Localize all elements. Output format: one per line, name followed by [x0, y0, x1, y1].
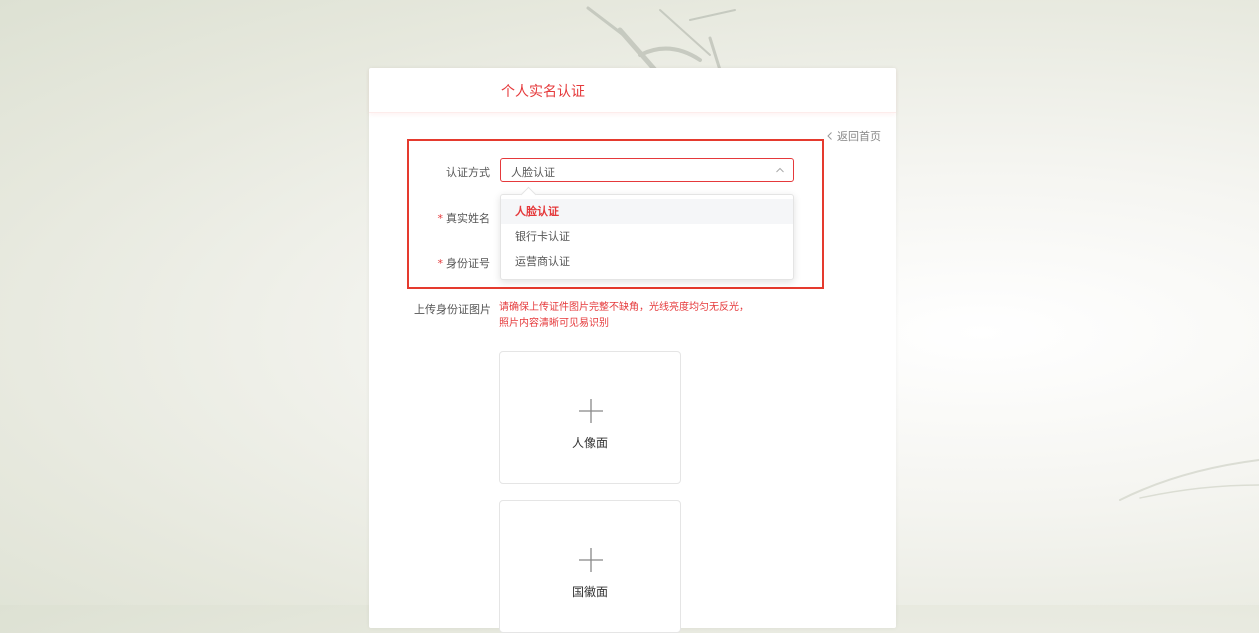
back-home-label: 返回首页: [837, 130, 881, 143]
back-home-link[interactable]: 返回首页: [825, 128, 881, 144]
auth-method-select[interactable]: 人脸认证: [500, 158, 794, 182]
required-mark: *: [437, 212, 444, 225]
auth-method-value: 人脸认证: [511, 166, 555, 179]
plus-icon: [579, 548, 603, 572]
dropdown-option-bank-card[interactable]: 银行卡认证: [501, 224, 793, 249]
dropdown-option-face[interactable]: 人脸认证: [501, 199, 793, 224]
chevron-up-icon: [776, 167, 784, 173]
id-number-label: * 身份证号: [437, 257, 491, 270]
upload-portrait-label: 人像面: [571, 436, 608, 450]
required-mark: *: [437, 257, 444, 270]
upload-portrait-side[interactable]: 人像面: [499, 351, 681, 484]
real-name-label: * 真实姓名: [437, 212, 491, 225]
method-label: 认证方式: [446, 166, 490, 179]
chevron-left-icon: [827, 132, 832, 140]
upload-hint: 请确保上传证件图片完整不缺角，光线亮度均匀无反光，照片内容清晰可见易识别: [499, 302, 749, 329]
upload-emblem-side[interactable]: 国徽面: [499, 500, 681, 633]
auth-method-dropdown: 人脸认证 银行卡认证 运营商认证: [500, 186, 794, 280]
plus-icon: [579, 399, 603, 423]
upload-emblem-label: 国徽面: [571, 585, 608, 599]
verification-card: 个人实名认证 返回首页 认证方式 人脸认证 * 真实姓名 * 身份证号 人脸认证 银…: [369, 68, 896, 633]
upload-id-label: 上传身份证图片: [414, 303, 491, 316]
card-header: 个人实名认证: [369, 68, 896, 113]
background-leaf-decoration: [1119, 459, 1259, 501]
page-title: 个人实名认证: [501, 84, 585, 100]
dropdown-option-carrier[interactable]: 运营商认证: [501, 249, 793, 274]
